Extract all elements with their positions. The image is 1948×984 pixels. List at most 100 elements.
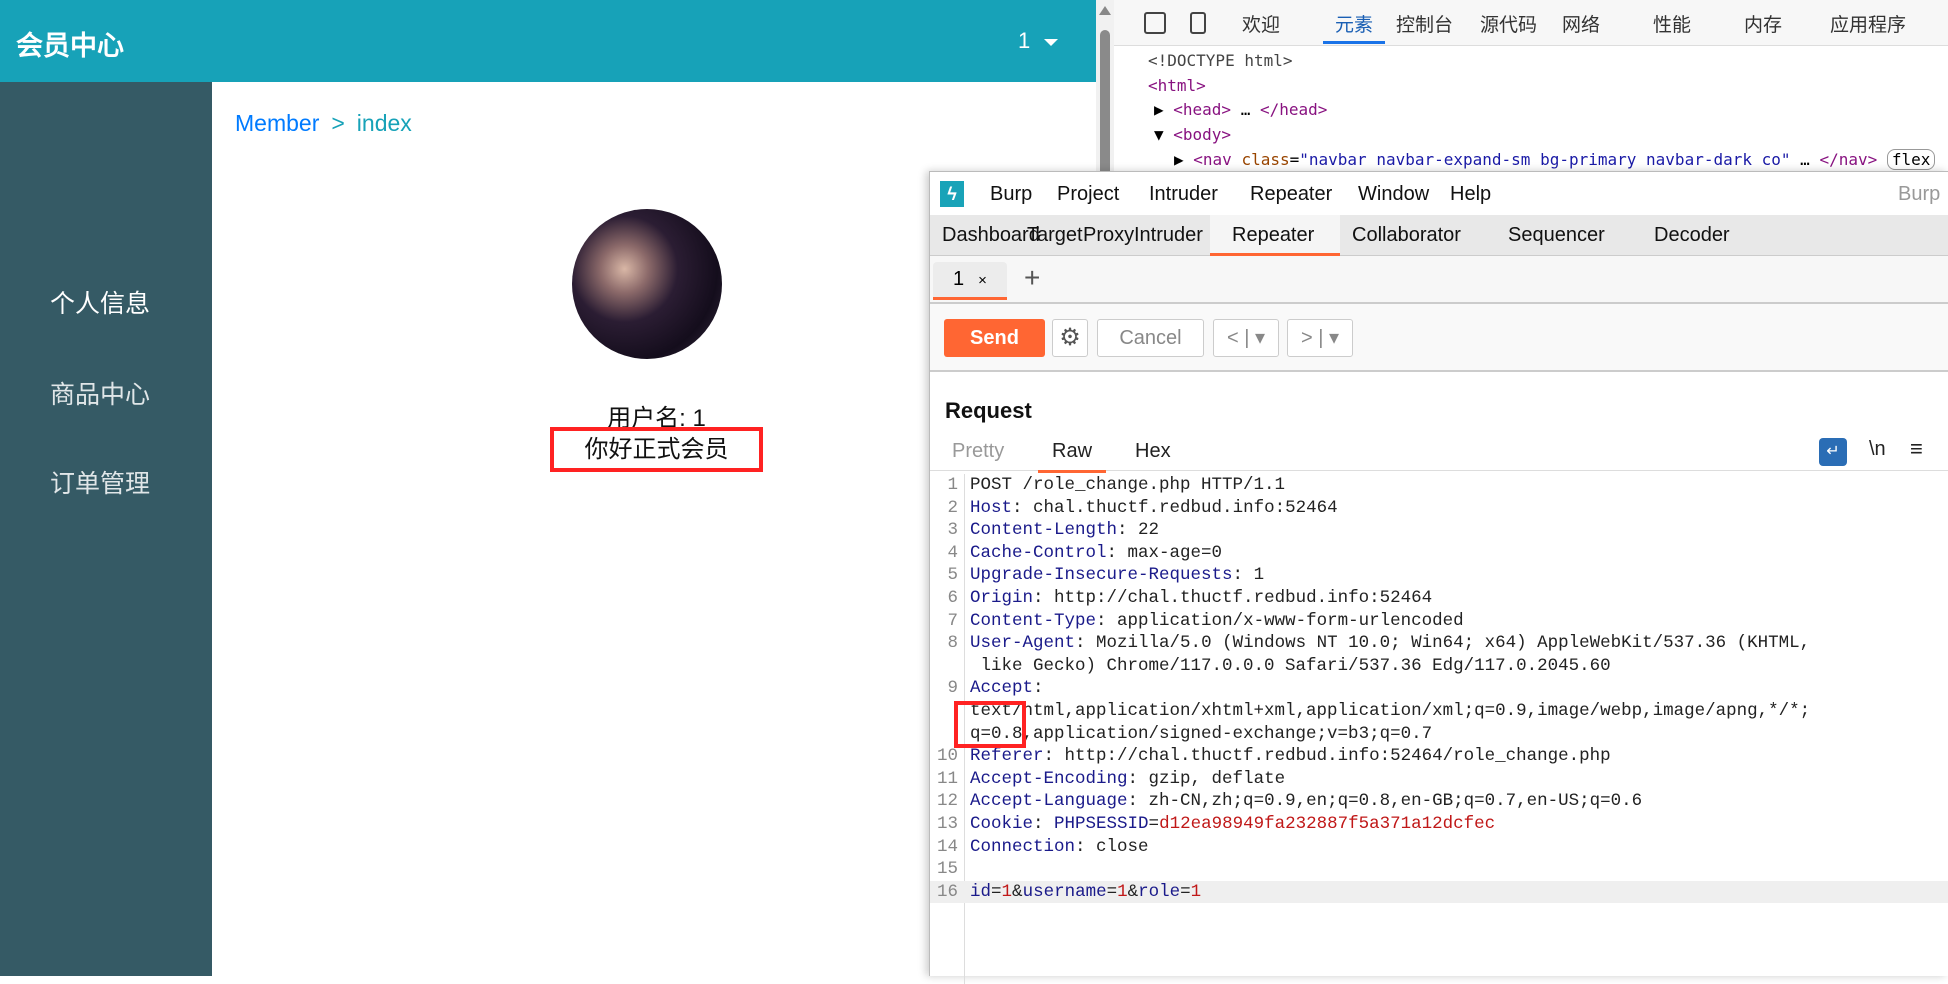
welcome-message-highlighted: 你好正式会员 <box>550 427 763 472</box>
line-number: 11 <box>936 768 958 789</box>
request-line[interactable]: 13 Cookie: PHPSESSID=d12ea98949fa232887f5… <box>930 813 1948 836</box>
user-menu-dropdown[interactable]: 1 <box>1018 28 1059 54</box>
back-dropdown-icon: ▾ <box>1254 327 1266 349</box>
menu-window[interactable]: Window <box>1358 183 1429 206</box>
breadcrumb-member[interactable]: Member <box>235 110 319 136</box>
request-line[interactable]: like Gecko) Chrome/117.0.0.0 Safari/537.… <box>930 655 1948 678</box>
request-line[interactable]: 1 POST /role_change.php HTTP/1.1 <box>930 474 1948 497</box>
request-line[interactable]: 4 Cache-Control: max-age=0 <box>930 542 1948 565</box>
id-param-highlight <box>954 701 1026 748</box>
close-tab-icon[interactable]: × <box>978 272 987 289</box>
tab-collaborator[interactable]: Collaborator <box>1340 215 1473 256</box>
tab-sequencer[interactable]: Sequencer <box>1496 215 1617 256</box>
request-line[interactable]: 9 Accept: <box>930 677 1948 700</box>
request-line[interactable]: q=0.8,application/signed-exchange;v=b3;q… <box>930 723 1948 746</box>
request-body-line[interactable]: 16 id=1&username=1&role=1 <box>930 880 1948 904</box>
menu-burp[interactable]: Burp <box>990 183 1032 206</box>
avatar <box>572 209 722 359</box>
header-value: Mozilla/5.0 (Windows NT 10.0; Win64; x64… <box>1096 633 1811 654</box>
header-name: Host <box>970 497 1013 518</box>
tab-raw[interactable]: Raw <box>1037 440 1107 473</box>
header-value: zh-CN,zh;q=0.9,en;q=0.8,en-GB;q=0.7,en-U… <box>1148 791 1643 812</box>
request-line[interactable]: 7 Content-Type: application/x-www-form-ur… <box>930 610 1948 633</box>
request-line[interactable]: 5 Upgrade-Insecure-Requests: 1 <box>930 564 1948 587</box>
header-value: like Gecko) Chrome/117.0.0.0 Safari/537.… <box>970 655 1611 676</box>
line-number: 2 <box>947 497 958 518</box>
menu-icon[interactable]: ≡ <box>1910 436 1923 462</box>
request-title: Request <box>945 398 1032 423</box>
head-close-tag: </head> <box>1259 100 1328 119</box>
sidebar-item-orders[interactable]: 订单管理 <box>50 464 150 500</box>
line-number: 7 <box>947 610 958 631</box>
add-tab-icon[interactable]: + <box>1024 262 1040 294</box>
dom-nav[interactable]: ▶ <nav class="navbar navbar-expand-sm bg… <box>1174 149 1936 170</box>
line-number: 13 <box>936 813 958 834</box>
request-line[interactable]: 3 Content-Length: 22 <box>930 519 1948 542</box>
menu-help[interactable]: Help <box>1450 183 1491 206</box>
sidebar-item-profile[interactable]: 个人信息 <box>50 284 150 320</box>
header-name: Accept-Encoding <box>970 768 1128 789</box>
user-menu-label: 1 <box>1018 28 1031 53</box>
scroll-up-arrow-icon[interactable] <box>1099 6 1111 15</box>
sidebar-item-products[interactable]: 商品中心 <box>50 375 150 411</box>
request-line[interactable]: 11 Accept-Encoding: gzip, deflate <box>930 768 1948 791</box>
cancel-button[interactable]: Cancel <box>1097 319 1204 357</box>
device-toolbar-icon[interactable] <box>1190 12 1206 34</box>
tab-memory[interactable]: 内存 <box>1744 10 1782 37</box>
request-line[interactable]: 14 Connection: close <box>930 836 1948 859</box>
word-wrap-icon[interactable]: ↵ <box>1819 438 1847 466</box>
header-name: Connection <box>970 836 1076 857</box>
param-name: username <box>1022 881 1107 902</box>
header-value: max-age=0 <box>1127 542 1223 563</box>
inspect-element-icon[interactable] <box>1144 12 1166 34</box>
request-line[interactable]: text/html,application/xhtml+xml,applicat… <box>930 700 1948 723</box>
settings-gear-icon[interactable]: ⚙ <box>1052 319 1088 357</box>
request-line[interactable]: 8 User-Agent: Mozilla/5.0 (Windows NT 10.… <box>930 632 1948 655</box>
header-name: Accept-Language <box>970 791 1128 812</box>
line-number: 5 <box>947 565 958 586</box>
header-value: http://chal.thuctf.redbud.info:52464 <box>1054 587 1433 608</box>
dom-html[interactable]: <html> <box>1148 76 1206 95</box>
request-line[interactable]: 12 Accept-Language: zh-CN,zh;q=0.9,en;q=0… <box>930 790 1948 813</box>
param-value: 1 <box>1001 881 1013 902</box>
tab-decoder[interactable]: Decoder <box>1642 215 1742 256</box>
forward-dropdown-icon: ▾ <box>1328 327 1340 349</box>
header-value: gzip, deflate <box>1148 768 1286 789</box>
tab-welcome[interactable]: 欢迎 <box>1242 10 1280 37</box>
line-number: 10 <box>936 746 958 767</box>
tab-intruder[interactable]: Intruder <box>1122 215 1215 256</box>
tab-repeater[interactable]: Repeater <box>1210 215 1340 256</box>
request-line[interactable]: 15 <box>930 858 1948 881</box>
request-line[interactable]: 10 Referer: http://chal.thuctf.redbud.inf… <box>930 745 1948 768</box>
tab-performance[interactable]: 性能 <box>1653 10 1691 37</box>
tab-elements[interactable]: 元素 <box>1322 10 1386 44</box>
line-number: 9 <box>947 678 958 699</box>
forward-button[interactable]: > | ▾ <box>1287 319 1353 357</box>
request-editor[interactable]: 1 POST /role_change.php HTTP/1.1 2 Host: ch… <box>930 474 1948 984</box>
request-line[interactable]: 2 Host: chal.thuctf.redbud.info:52464 <box>930 497 1948 520</box>
dom-body[interactable]: ▼ <body> <box>1154 125 1231 144</box>
menu-repeater[interactable]: Repeater <box>1250 183 1332 206</box>
back-button[interactable]: < | ▾ <box>1213 319 1279 357</box>
brand[interactable]: 会员中心 <box>16 24 124 63</box>
tab-application[interactable]: 应用程序 <box>1830 10 1906 37</box>
back-arrow-icon: < <box>1226 327 1239 349</box>
send-button[interactable]: Send <box>944 319 1045 357</box>
tab-hex[interactable]: Hex <box>1135 440 1171 463</box>
repeater-toolbar: Send ⚙ Cancel < | ▾ > | ▾ <box>930 304 1948 372</box>
menu-intruder[interactable]: Intruder <box>1149 183 1218 206</box>
flex-badge[interactable]: flex <box>1886 149 1936 170</box>
tab-network[interactable]: 网络 <box>1562 10 1600 37</box>
tab-console[interactable]: 控制台 <box>1396 10 1453 37</box>
menu-project[interactable]: Project <box>1057 183 1119 206</box>
scrollbar-thumb[interactable] <box>1100 30 1110 190</box>
show-newlines-button[interactable]: \n <box>1869 438 1886 461</box>
dom-doctype[interactable]: <!DOCTYPE html> <box>1148 51 1293 70</box>
tab-sources[interactable]: 源代码 <box>1480 10 1537 37</box>
tab-pretty[interactable]: Pretty <box>952 440 1004 463</box>
param-value: 1 <box>1117 881 1128 902</box>
repeater-tab-1[interactable]: 1 × <box>933 262 1007 300</box>
request-line[interactable]: 6 Origin: http://chal.thuctf.redbud.info:… <box>930 587 1948 610</box>
header-name: User-Agent <box>970 633 1076 654</box>
dom-head[interactable]: ▶ <head> … </head> <box>1154 100 1327 119</box>
